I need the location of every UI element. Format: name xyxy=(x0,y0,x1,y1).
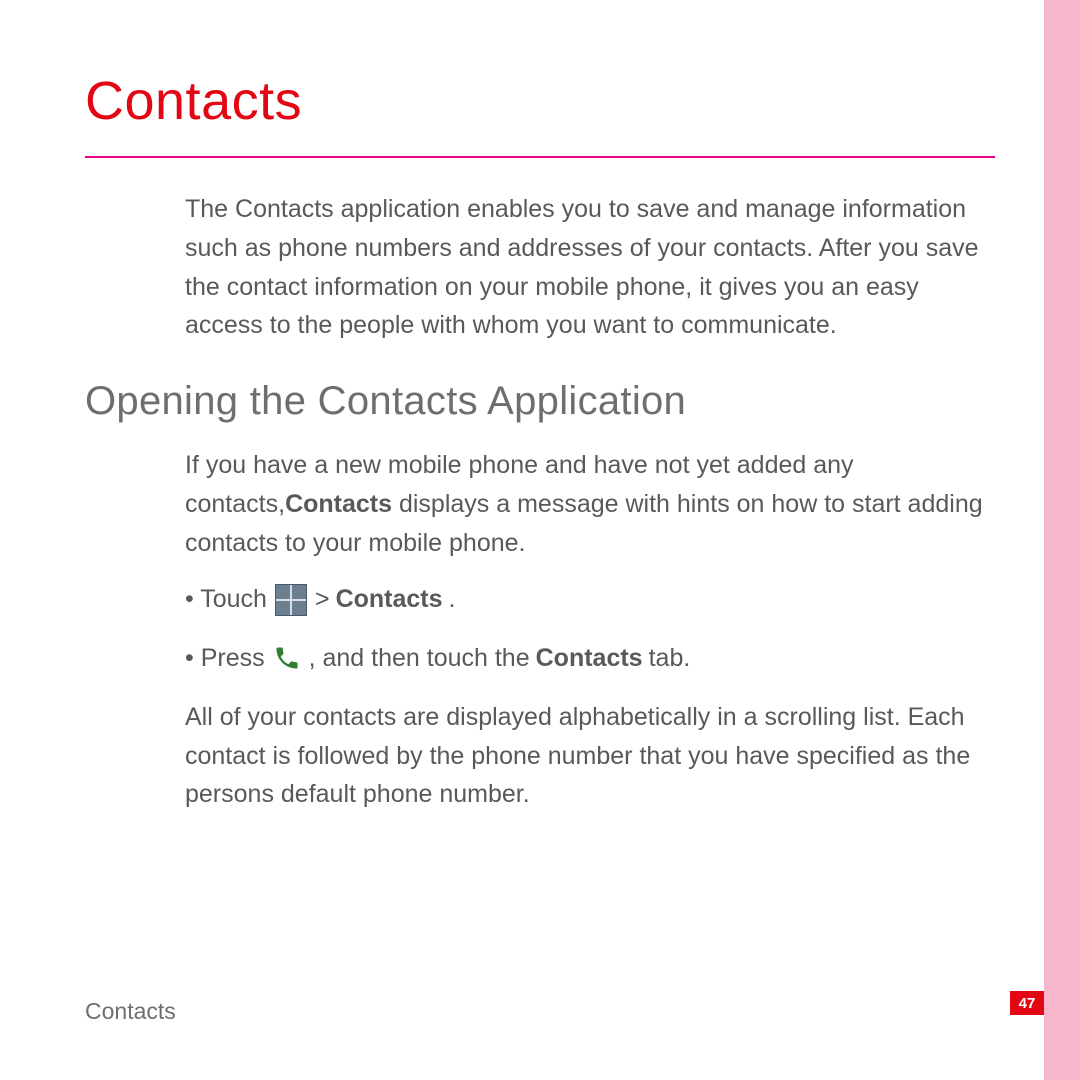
chapter-underline xyxy=(85,156,995,158)
intro-paragraph: The Contacts application enables you to … xyxy=(185,190,990,345)
page-number-badge: 47 xyxy=(1010,991,1044,1015)
text-fragment: . xyxy=(449,580,456,619)
right-accent-stripe xyxy=(1044,0,1080,1080)
footer-chapter-label: Contacts xyxy=(85,998,176,1025)
section-title: Opening the Contacts Application xyxy=(85,379,1000,424)
contacts-bold: Contacts xyxy=(285,490,392,518)
section1-paragraph-2: All of your contacts are displayed alpha… xyxy=(185,698,995,814)
text-fragment: • Touch xyxy=(185,580,267,619)
page-number: 47 xyxy=(1019,995,1036,1012)
contacts-bold: Contacts xyxy=(336,580,443,619)
section1-paragraph-1: If you have a new mobile phone and have … xyxy=(185,446,995,562)
contacts-bold: Contacts xyxy=(536,639,643,678)
bullet-item-1: • Touch > Contacts. xyxy=(185,580,995,619)
apps-grid-icon xyxy=(275,584,307,616)
text-fragment: tab. xyxy=(649,639,691,678)
text-fragment: , and then touch the xyxy=(309,639,530,678)
text-fragment: • Press xyxy=(185,639,265,678)
bullet-item-2: • Press , and then touch the Contacts ta… xyxy=(185,639,995,678)
text-fragment: > xyxy=(315,580,330,619)
phone-handset-icon xyxy=(273,644,301,672)
page-content: Contacts The Contacts application enable… xyxy=(0,0,1000,832)
chapter-title: Contacts xyxy=(85,70,1000,132)
